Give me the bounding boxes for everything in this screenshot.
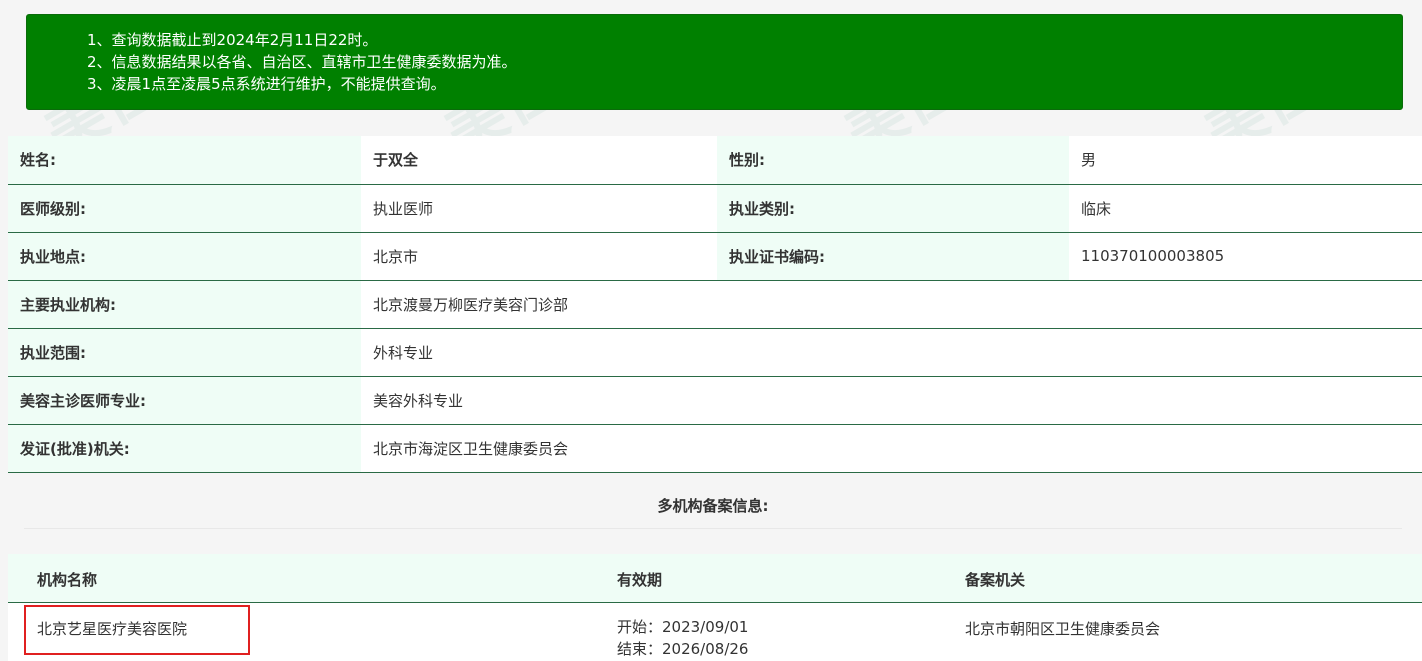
table-header: 机构名称 有效期 备案机关 bbox=[8, 554, 1422, 603]
cosmetic-value: 美容外科专业 bbox=[361, 376, 1422, 425]
category-value: 临床 bbox=[1069, 184, 1422, 233]
info-row: 姓名: 于双全 性别: 男 bbox=[8, 136, 1422, 185]
header-validity: 有效期 bbox=[617, 571, 663, 589]
category-label: 执业类别: bbox=[717, 184, 1069, 233]
doctor-info-table: 姓名: 于双全 性别: 男 医师级别: 执业医师 执业类别: 临床 执业地点: … bbox=[8, 136, 1422, 473]
info-row: 执业范围: 外科专业 bbox=[8, 328, 1422, 377]
institution-label: 主要执业机构: bbox=[8, 280, 361, 329]
location-value: 北京市 bbox=[361, 232, 717, 281]
highlight-box bbox=[24, 605, 250, 655]
info-row: 发证(批准)机关: 北京市海淀区卫生健康委员会 bbox=[8, 424, 1422, 473]
authority-value: 北京市海淀区卫生健康委员会 bbox=[361, 424, 1422, 473]
notice-line-1: 1、查询数据截止到2024年2月11日22时。 bbox=[87, 31, 378, 49]
query-notice-banner: 1、查询数据截止到2024年2月11日22时。 2、信息数据结果以各省、自治区、… bbox=[26, 14, 1403, 110]
info-row: 医师级别: 执业医师 执业类别: 临床 bbox=[8, 184, 1422, 233]
authority-label: 发证(批准)机关: bbox=[8, 424, 361, 473]
info-row: 执业地点: 北京市 执业证书编码: 110370100003805 bbox=[8, 232, 1422, 281]
name-value: 于双全 bbox=[361, 136, 717, 185]
header-agency: 备案机关 bbox=[965, 571, 1026, 589]
level-label: 医师级别: bbox=[8, 184, 361, 233]
row-agency: 北京市朝阳区卫生健康委员会 bbox=[965, 620, 1161, 638]
gender-value: 男 bbox=[1069, 136, 1422, 185]
location-label: 执业地点: bbox=[8, 232, 361, 281]
info-row: 主要执业机构: 北京渡曼万柳医疗美容门诊部 bbox=[8, 280, 1422, 329]
cosmetic-label: 美容主诊医师专业: bbox=[8, 376, 361, 425]
info-row: 美容主诊医师专业: 美容外科专业 bbox=[8, 376, 1422, 425]
notice-line-2: 2、信息数据结果以各省、自治区、直辖市卫生健康委数据为准。 bbox=[87, 53, 517, 71]
name-label: 姓名: bbox=[8, 136, 361, 185]
scope-value: 外科专业 bbox=[361, 328, 1422, 377]
row-validity-end: 结束：2026/08/26 bbox=[617, 640, 749, 658]
institution-value: 北京渡曼万柳医疗美容门诊部 bbox=[361, 280, 1422, 329]
level-value: 执业医师 bbox=[361, 184, 717, 233]
cert-value: 110370100003805 bbox=[1069, 232, 1422, 281]
cert-label: 执业证书编码: bbox=[717, 232, 1069, 281]
notice-line-3: 3、凌晨1点至凌晨5点系统进行维护，不能提供查询。 bbox=[87, 75, 446, 93]
row-validity-start: 开始：2023/09/01 bbox=[617, 618, 749, 636]
scope-label: 执业范围: bbox=[8, 328, 361, 377]
header-org-name: 机构名称 bbox=[37, 571, 98, 589]
multi-institution-title: 多机构备案信息: bbox=[24, 480, 1402, 529]
gender-label: 性别: bbox=[717, 136, 1069, 185]
